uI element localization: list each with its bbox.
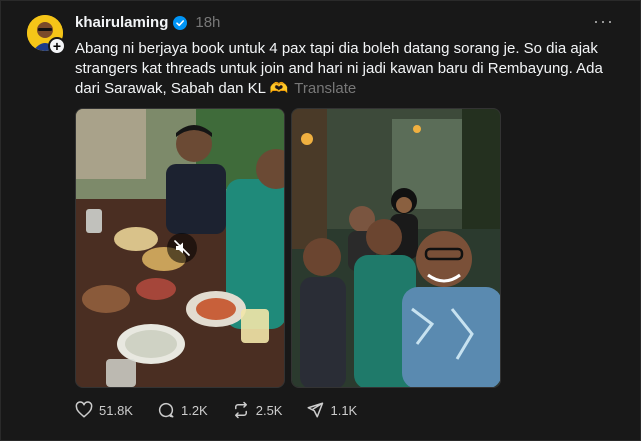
- repost-icon: [234, 401, 247, 419]
- share-count: 1.1K: [330, 402, 358, 418]
- verified-badge-icon: [173, 15, 188, 30]
- comment-button[interactable]: 1.2K: [157, 401, 208, 419]
- share-button[interactable]: 1.1K: [306, 401, 357, 419]
- like-button[interactable]: 51.8K: [75, 401, 133, 419]
- like-count: 51.8K: [99, 402, 133, 418]
- comment-icon: [158, 402, 174, 418]
- follow-plus-icon[interactable]: +: [48, 37, 66, 55]
- mute-icon: [174, 240, 190, 256]
- repost-count: 2.5K: [255, 402, 283, 418]
- comment-count: 1.2K: [180, 402, 208, 418]
- mute-button[interactable]: [167, 233, 197, 263]
- media-image-2[interactable]: [291, 108, 501, 388]
- group-selfie-photo: [292, 109, 500, 387]
- heart-icon: [75, 401, 93, 418]
- thread-post: + khairulaming 18h ··· Abang ni berjaya …: [0, 0, 641, 441]
- username[interactable]: khairulaming: [75, 14, 168, 31]
- post-timestamp: 18h: [195, 14, 221, 31]
- share-icon: [307, 402, 324, 418]
- repost-button[interactable]: 2.5K: [232, 401, 283, 419]
- post-header: khairulaming 18h: [75, 14, 220, 31]
- translate-link[interactable]: Translate: [294, 80, 356, 97]
- more-options-icon[interactable]: ···: [593, 11, 614, 32]
- post-actions-bar: 51.8K 1.2K 2.5K 1.1K: [75, 401, 381, 419]
- post-text-container: Abang ni berjaya book untuk 4 pax tapi d…: [75, 39, 615, 99]
